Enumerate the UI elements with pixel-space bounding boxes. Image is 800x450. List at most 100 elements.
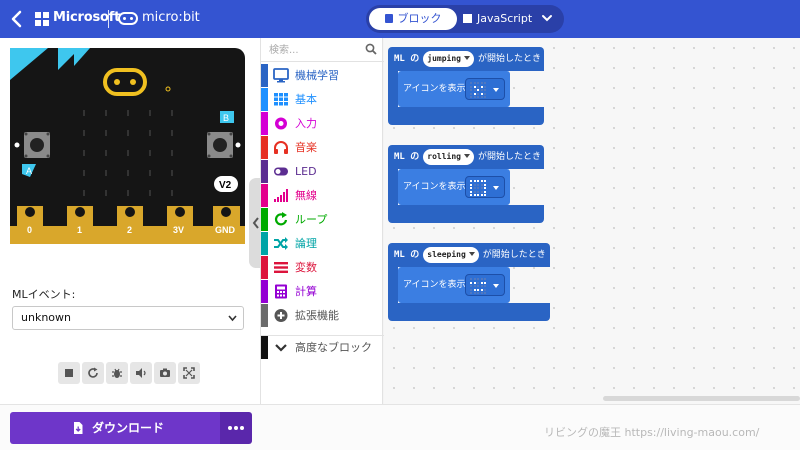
led-pixel: [477, 96, 479, 98]
category-loops[interactable]: ループ: [261, 208, 384, 231]
led-pixel: [477, 292, 479, 294]
category-math[interactable]: 計算: [261, 280, 384, 303]
stop-button[interactable]: [58, 362, 80, 384]
watermark-text: リビングの魔王 https://living-maou.com/: [544, 426, 760, 439]
led-pixel: [473, 180, 476, 182]
gesture-dropdown[interactable]: sleeping: [423, 247, 479, 263]
category-label: 無線: [295, 189, 317, 202]
headphones-icon: [274, 141, 288, 154]
microbit-simulator-board[interactable]: A B V2 0 1 2 3V GND: [10, 48, 245, 244]
restart-button[interactable]: [82, 362, 104, 384]
led-pixel: [480, 187, 483, 189]
fullscreen-button[interactable]: [178, 362, 200, 384]
gesture-dropdown[interactable]: rolling: [423, 149, 474, 165]
led-icon-picker[interactable]: [465, 274, 505, 296]
chevron-down-icon: [228, 315, 237, 322]
led-pixel: [470, 96, 472, 98]
led-pixel: [484, 180, 486, 182]
category-advanced[interactable]: 高度なブロック: [261, 335, 384, 359]
led-pixel: [477, 183, 479, 186]
ml-event-select[interactable]: unknown: [12, 306, 244, 330]
led-pixel: [470, 82, 472, 84]
led-pixel: [470, 85, 472, 88]
led-pixel: [470, 288, 472, 291]
event-prefix: ML の: [394, 54, 420, 64]
show-icon-block[interactable]: アイコンを表示: [398, 71, 510, 107]
button-a-label: A: [26, 166, 32, 176]
led-pixel: [484, 183, 486, 186]
chevron-left-icon[interactable]: [10, 9, 24, 29]
led-pixel: [484, 194, 486, 196]
led-pixel: [480, 96, 483, 98]
led-icon-picker[interactable]: [465, 78, 505, 100]
download-label: ダウンロード: [92, 421, 165, 435]
header-divider: [108, 10, 109, 28]
led-pixel: [470, 190, 472, 193]
category-basic[interactable]: 基本: [261, 88, 384, 111]
gesture-value: jumping: [427, 54, 461, 63]
download-button[interactable]: ダウンロード: [10, 412, 220, 444]
microbit-logo-icon: [118, 12, 138, 25]
led-pixel: [473, 288, 476, 291]
category-extensions[interactable]: 拡張機能: [261, 304, 384, 327]
category-led[interactable]: LED: [261, 160, 384, 183]
category-radio[interactable]: 無線: [261, 184, 384, 207]
pin-label: 2: [127, 225, 132, 235]
category-variables[interactable]: 変数: [261, 256, 384, 279]
led-pixel: [480, 190, 483, 193]
more-options-button[interactable]: [220, 412, 252, 444]
category-label: 計算: [295, 285, 317, 298]
led-pixel: [480, 288, 483, 291]
event-hat[interactable]: ML の rolling が開始したとき: [388, 145, 544, 169]
chevron-down-icon[interactable]: [541, 13, 553, 23]
led-pixel: [470, 187, 472, 189]
debug-button[interactable]: [106, 362, 128, 384]
led-pixel: [477, 288, 479, 291]
toolbox-search-input[interactable]: [269, 42, 359, 58]
led-pixel: [484, 292, 486, 294]
shuffle-icon: [274, 237, 288, 250]
gesture-dropdown[interactable]: jumping: [423, 51, 474, 67]
led-pixel: [473, 285, 476, 287]
led-pixel: [484, 288, 486, 291]
simulator-toolbar: [58, 362, 200, 384]
led-icon-picker[interactable]: [465, 176, 505, 198]
category-music[interactable]: 音楽: [261, 136, 384, 159]
target-icon: [275, 117, 287, 130]
blocks-workspace[interactable]: ML の jumping が開始したとき アイコンを表示 ML の rolling が開…: [384, 38, 800, 404]
led-pixel: [477, 180, 479, 182]
screenshot-button[interactable]: [154, 362, 176, 384]
category-input[interactable]: 入力: [261, 112, 384, 135]
led-pixel: [484, 92, 486, 95]
javascript-mode-button[interactable]: JavaScript: [463, 8, 537, 30]
led-pixel: [470, 281, 472, 284]
led-pixel: [477, 285, 479, 287]
led-icon-preview: [470, 278, 486, 294]
search-icon[interactable]: [365, 43, 377, 55]
workspace-horizontal-scrollbar[interactable]: [603, 396, 800, 401]
category-label: 拡張機能: [295, 309, 339, 322]
toolbox-search: [261, 38, 384, 62]
led-pixel: [484, 278, 486, 280]
led-pixel: [477, 82, 479, 84]
show-icon-block[interactable]: アイコンを表示: [398, 169, 510, 205]
led-pixel: [480, 82, 483, 84]
led-pixel: [484, 281, 486, 284]
led-pixel: [473, 194, 476, 196]
event-prefix: ML の: [394, 152, 420, 162]
category-label: 音楽: [295, 141, 317, 154]
event-hat[interactable]: ML の jumping が開始したとき: [388, 47, 544, 71]
blocks-mode-button[interactable]: ブロック: [369, 8, 457, 30]
led-pixel: [470, 180, 472, 182]
show-icon-block[interactable]: アイコンを表示: [398, 267, 510, 303]
toggle-icon: [274, 167, 288, 176]
category-machine-learning[interactable]: 機械学習: [261, 64, 384, 87]
event-hat[interactable]: ML の sleeping が開始したとき: [388, 243, 550, 267]
plus-circle-icon: [274, 309, 288, 322]
show-icon-label: アイコンを表示: [403, 280, 466, 290]
led-pixel: [480, 180, 483, 182]
mute-button[interactable]: [130, 362, 152, 384]
category-logic[interactable]: 論理: [261, 232, 384, 255]
led-pixel: [480, 92, 483, 95]
led-pixel: [477, 92, 479, 95]
